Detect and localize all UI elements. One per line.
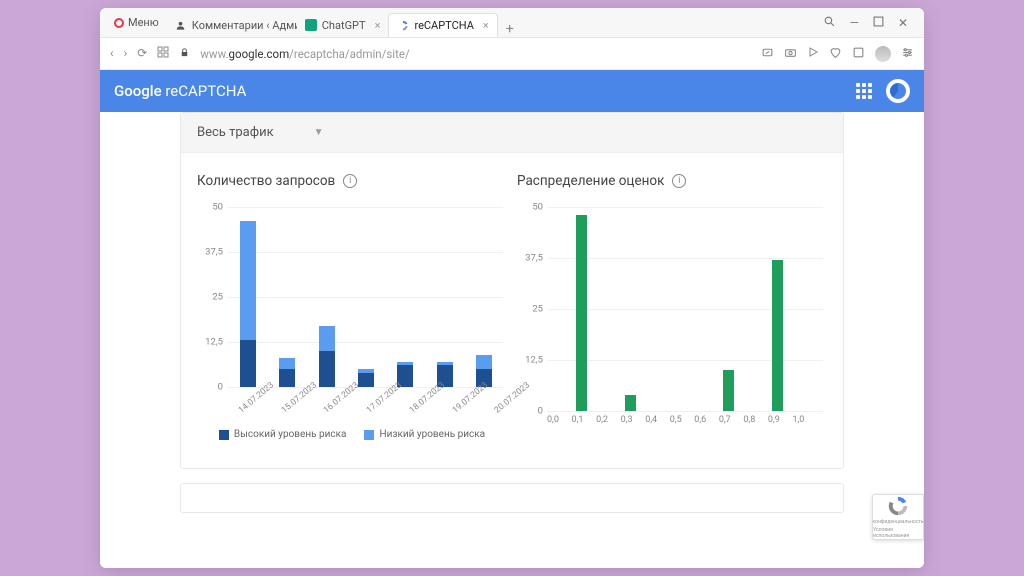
bar-group[interactable]: [270, 358, 303, 387]
browser-window: Меню Комментарии ‹ Админки… × ChatGPT × …: [100, 8, 924, 568]
back-icon[interactable]: ‹: [110, 46, 114, 61]
new-tab-button[interactable]: +: [498, 21, 522, 37]
opera-menu-button[interactable]: Меню: [106, 8, 167, 37]
page-content: Google reCAPTCHA Весь трафик ▼: [100, 70, 924, 568]
menu-label: Меню: [128, 16, 159, 29]
url-field[interactable]: www.google.com/recaptcha/admin/site/: [200, 47, 751, 61]
account-avatar[interactable]: [886, 79, 910, 103]
minimize-icon[interactable]: —: [850, 16, 859, 30]
play-icon[interactable]: [807, 46, 819, 61]
close-window-icon[interactable]: ✕: [898, 16, 908, 30]
person-icon: [175, 19, 187, 31]
vpn-icon[interactable]: [761, 46, 774, 62]
tab-2[interactable]: ChatGPT ×: [297, 13, 389, 37]
recaptcha-icon: [397, 20, 409, 32]
brand-title: Google reCAPTCHA: [114, 82, 246, 100]
speed-dial-icon[interactable]: [157, 46, 169, 61]
info-icon[interactable]: i: [343, 174, 357, 188]
bar[interactable]: [625, 395, 636, 411]
close-icon[interactable]: ×: [483, 19, 489, 32]
window-controls: — ✕: [813, 8, 918, 37]
maximize-icon[interactable]: [873, 16, 884, 30]
tab-strip: Меню Комментарии ‹ Админки… × ChatGPT × …: [100, 8, 924, 38]
bar[interactable]: [576, 215, 587, 411]
chatgpt-icon: [305, 19, 317, 31]
info-icon[interactable]: i: [672, 174, 686, 188]
chevron-down-icon: ▼: [314, 127, 324, 138]
traffic-filter[interactable]: Весь трафик ▼: [181, 113, 843, 153]
profile-avatar[interactable]: [875, 46, 891, 62]
chart-title-text: Распределение оценок: [517, 173, 664, 189]
chart-legend: Высокий уровень риска Низкий уровень рис…: [197, 429, 507, 440]
tab-3[interactable]: reCAPTCHA ×: [388, 13, 497, 37]
tab-title: Комментарии ‹ Админки…: [192, 19, 297, 32]
recaptcha-badge[interactable]: конфиденциальность Условия использования: [872, 494, 924, 540]
apps-icon[interactable]: [856, 83, 872, 99]
bar[interactable]: [723, 370, 734, 411]
chart-scores: Распределение оценок i 012,52537,550 0,0…: [517, 173, 827, 440]
bar-group[interactable]: [231, 221, 264, 387]
chart-title-text: Количество запросов: [197, 173, 335, 189]
bar-group[interactable]: [428, 362, 461, 387]
tab-1[interactable]: Комментарии ‹ Админки… ×: [167, 13, 297, 37]
reload-icon[interactable]: ⟳: [137, 46, 147, 61]
forward-icon[interactable]: ›: [124, 46, 128, 61]
tab-title: reCAPTCHA: [414, 19, 473, 32]
filter-selected: Весь трафик: [197, 125, 274, 140]
easy-setup-icon[interactable]: [901, 46, 914, 62]
next-card-stub: [180, 483, 844, 513]
heart-icon[interactable]: [829, 46, 842, 62]
close-icon[interactable]: ×: [375, 19, 381, 32]
analytics-card: Весь трафик ▼ Количество запросов i 012,…: [180, 112, 844, 469]
tab-title: ChatGPT: [322, 19, 366, 32]
search-icon[interactable]: [823, 15, 836, 31]
bar[interactable]: [772, 260, 783, 411]
snapshot-icon[interactable]: [784, 46, 797, 62]
app-header: Google reCAPTCHA: [100, 70, 924, 112]
chart-requests: Количество запросов i 012,52537,550 14.0…: [197, 173, 507, 440]
address-bar: ‹ › ⟳ www.google.com/recaptcha/admin/sit…: [100, 38, 924, 70]
extension-icon[interactable]: [852, 46, 865, 62]
lock-icon[interactable]: [179, 47, 190, 61]
bar-group[interactable]: [310, 326, 343, 387]
opera-icon: [114, 18, 124, 28]
